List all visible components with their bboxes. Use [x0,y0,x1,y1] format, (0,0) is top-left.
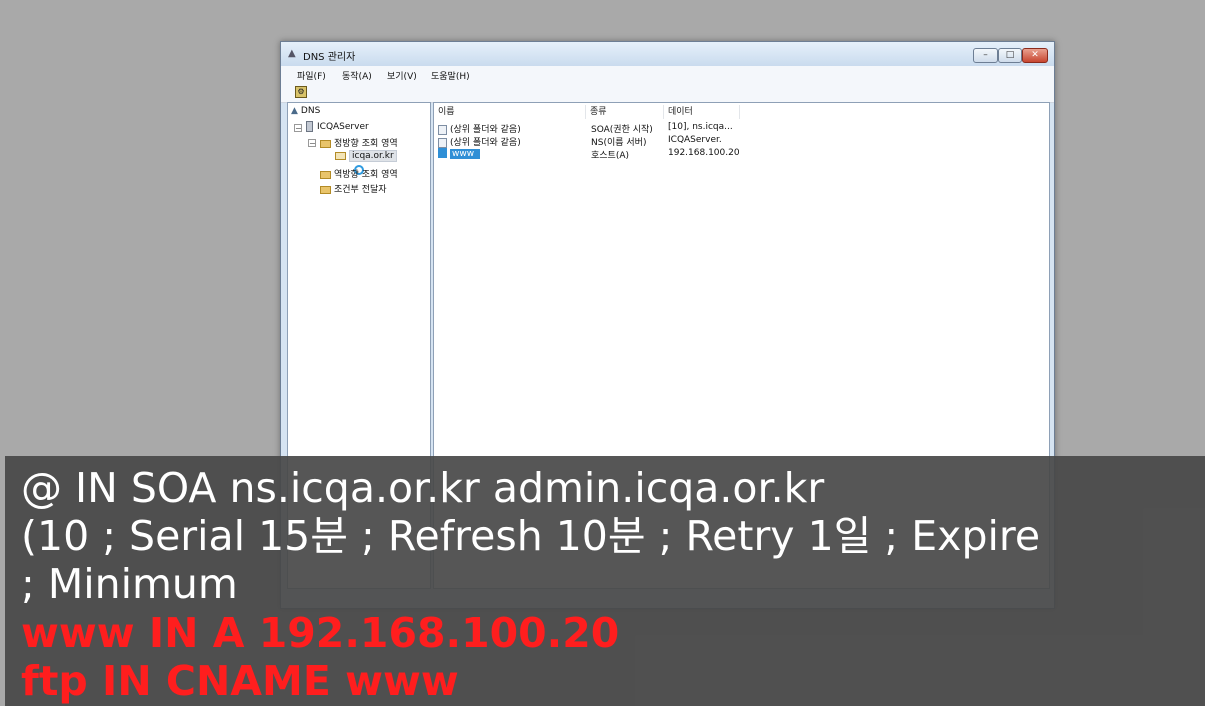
menu-action[interactable]: 동작(A) [342,69,372,82]
record-type: NS(이름 서버) [591,138,647,148]
title-bar[interactable]: ▲ DNS 관리자 – □ ✕ [281,42,1054,66]
expand-server-icon[interactable]: − [294,124,302,133]
subtitle-line-4: www IN A 192.168.100.20 [21,609,620,657]
tree-label-server: ICQAServer [317,122,369,132]
menu-bar: 파일(F) 동작(A) 보기(V) 도움말(H) [281,66,1054,84]
record-type: SOA(권한 시작) [591,125,653,135]
record-name-cell: (상위 폴더와 같음) [438,135,521,148]
close-button[interactable]: ✕ [1022,48,1048,63]
record-name: (상위 폴더와 같음) [450,138,521,148]
console-tree-toggle-icon[interactable]: ⚙ [295,86,307,98]
record-icon [438,124,447,135]
tree-label-dns: DNS [300,106,321,116]
expand-forward-zone-icon[interactable]: − [308,139,316,148]
tree-node-dns[interactable]: ▲ DNS [291,106,320,116]
subtitle-line-5: ftp IN CNAME www [21,657,459,705]
menu-file[interactable]: 파일(F) [297,69,326,82]
tree-label-conditional: 조건부 전달자 [334,185,387,195]
column-header-data[interactable]: 데이터 [664,105,740,119]
record-type: 호스트(A) [591,151,630,161]
record-data: ICQAServer. [668,135,722,145]
record-name: (상위 폴더와 같음) [450,125,521,135]
maximize-button[interactable]: □ [998,48,1022,63]
tree-label-reverse-zone: 역방향 조회 영역 [334,170,398,180]
server-icon [306,121,313,132]
folder-icon [320,185,331,194]
record-name-cell: www [438,148,481,159]
record-name-cell: (상위 폴더와 같음) [438,122,521,135]
tree-label-forward-zone: 정방향 조회 영역 [334,139,398,149]
subtitle-line-3: ; Minimum [21,560,238,608]
record-name-selected: www [450,148,481,159]
folder-icon [320,170,331,179]
zone-icon [335,151,346,160]
subtitle-line-2: (10 ; Serial 15분 ; Refresh 10분 ; Retry 1… [21,512,1041,560]
subtitle-overlay: @ IN SOA ns.icqa.or.kr admin.icqa.or.kr … [5,456,1205,706]
column-header-type[interactable]: 종류 [586,105,664,119]
minimize-button[interactable]: – [973,48,998,63]
record-icon [438,137,447,148]
folder-icon [320,139,331,148]
dns-icon: ▲ [291,106,298,116]
tree-node-forward-zone[interactable]: 정방향 조회 영역 [320,136,398,149]
tree-label-zone: icqa.or.kr [349,150,397,162]
toolbar: ⚙ [281,84,1054,103]
record-icon [438,148,447,158]
record-data: [10], ns.icqa... [668,122,733,132]
dns-console-icon: ▲ [288,48,296,59]
tree-node-reverse-zone[interactable]: 역방향 조회 영역 [320,167,398,180]
subtitle-line-1: @ IN SOA ns.icqa.or.kr admin.icqa.or.kr [21,464,825,512]
menu-help[interactable]: 도움말(H) [431,69,470,82]
record-data: 192.168.100.20 [668,148,740,158]
window-title: DNS 관리자 [303,52,356,63]
tree-node-server[interactable]: ICQAServer [306,121,369,132]
column-header-name[interactable]: 이름 [434,105,586,119]
tree-node-zone[interactable]: icqa.or.kr [335,150,397,162]
menu-view[interactable]: 보기(V) [387,69,417,82]
tree-node-conditional-forwarders[interactable]: 조건부 전달자 [320,182,387,195]
